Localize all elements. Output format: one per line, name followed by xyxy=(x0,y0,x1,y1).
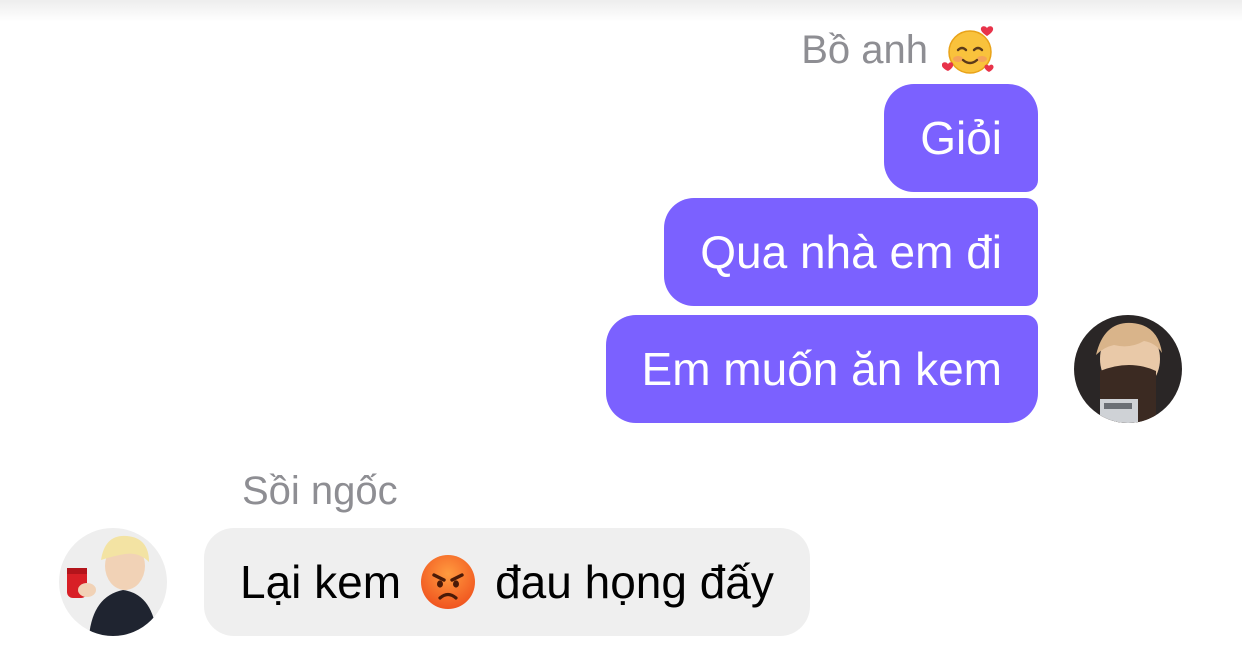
angry-face-icon xyxy=(419,553,477,611)
outgoing-message-bubble[interactable]: Giỏi xyxy=(884,84,1038,192)
incoming-sender-name: Sồi ngốc xyxy=(242,469,398,513)
outgoing-sender-avatar[interactable] xyxy=(1074,315,1182,423)
incoming-message-text-end: đau họng đấy xyxy=(495,556,774,608)
outgoing-sender-name: Bồ anh xyxy=(801,22,998,78)
header-shadow xyxy=(0,0,1242,22)
incoming-message-bubble[interactable]: Lại kem đau họng đấy xyxy=(204,528,810,636)
incoming-sender-avatar[interactable] xyxy=(59,528,167,636)
smiling-face-with-hearts-icon xyxy=(942,22,998,78)
outgoing-message-bubble[interactable]: Em muốn ăn kem xyxy=(605,315,1038,423)
outgoing-message-bubble[interactable]: Qua nhà em đi xyxy=(664,198,1038,306)
outgoing-sender-label: Bồ anh xyxy=(801,28,928,72)
incoming-message-text-start: Lại kem xyxy=(240,556,402,608)
